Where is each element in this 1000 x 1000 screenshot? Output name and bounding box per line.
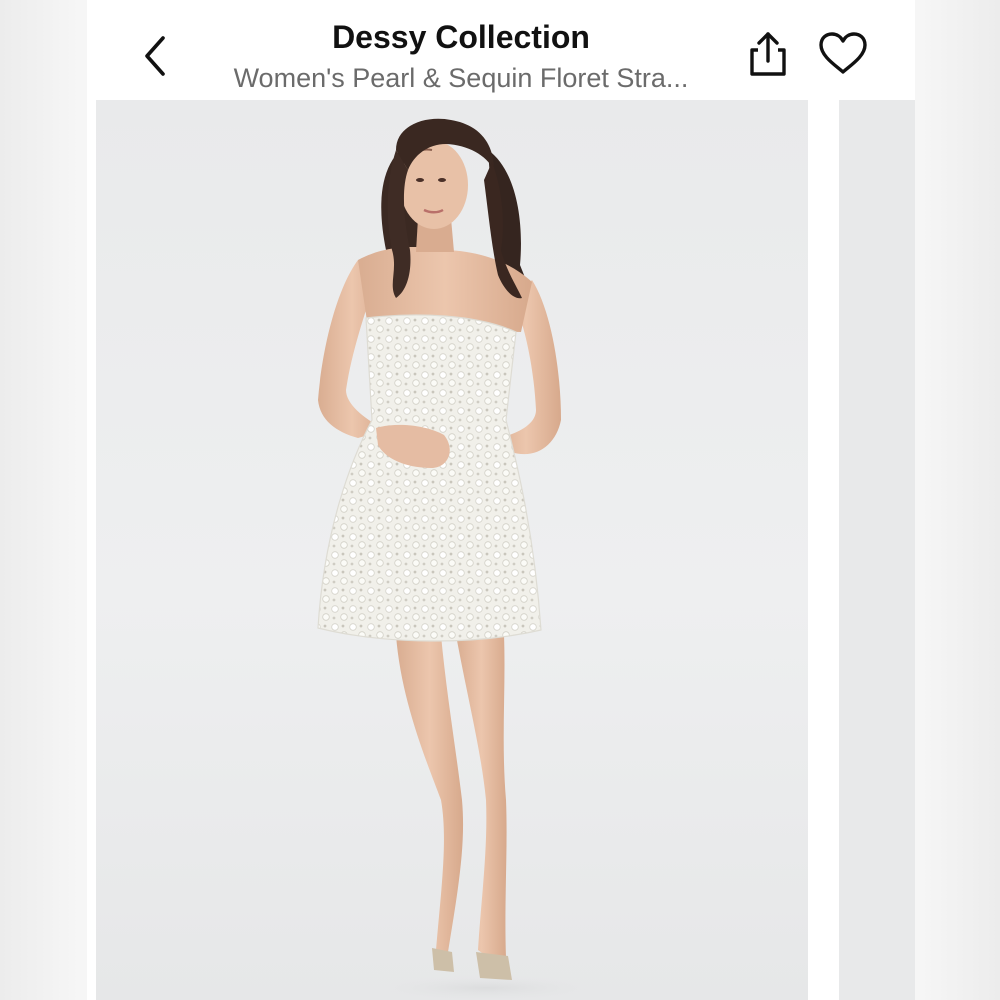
listing-subtitle: Women's Pearl & Sequin Floret Stra... bbox=[233, 63, 689, 93]
image-gallery[interactable] bbox=[87, 100, 915, 1000]
page-title: Dessy Collection bbox=[332, 19, 590, 55]
left-leg bbox=[396, 635, 464, 952]
listing-screen: Dessy Collection Women's Pearl & Sequin … bbox=[87, 0, 915, 1000]
share-icon bbox=[750, 32, 786, 76]
right-shoe bbox=[476, 952, 512, 980]
next-photo-peek[interactable] bbox=[839, 100, 915, 1000]
page: Dessy Collection Women's Pearl & Sequin … bbox=[0, 0, 1000, 1000]
right-leg bbox=[456, 635, 507, 960]
left-shoe bbox=[432, 948, 454, 972]
top-bar: Dessy Collection Women's Pearl & Sequin … bbox=[87, 0, 915, 100]
back-button[interactable] bbox=[135, 30, 175, 78]
share-button[interactable] bbox=[747, 30, 789, 78]
like-button[interactable] bbox=[817, 30, 869, 78]
model-photo[interactable] bbox=[96, 100, 808, 1000]
heart-icon bbox=[819, 32, 867, 74]
sequin-dress bbox=[317, 314, 542, 642]
model-illustration bbox=[317, 118, 606, 1000]
chevron-left-icon bbox=[145, 36, 165, 76]
